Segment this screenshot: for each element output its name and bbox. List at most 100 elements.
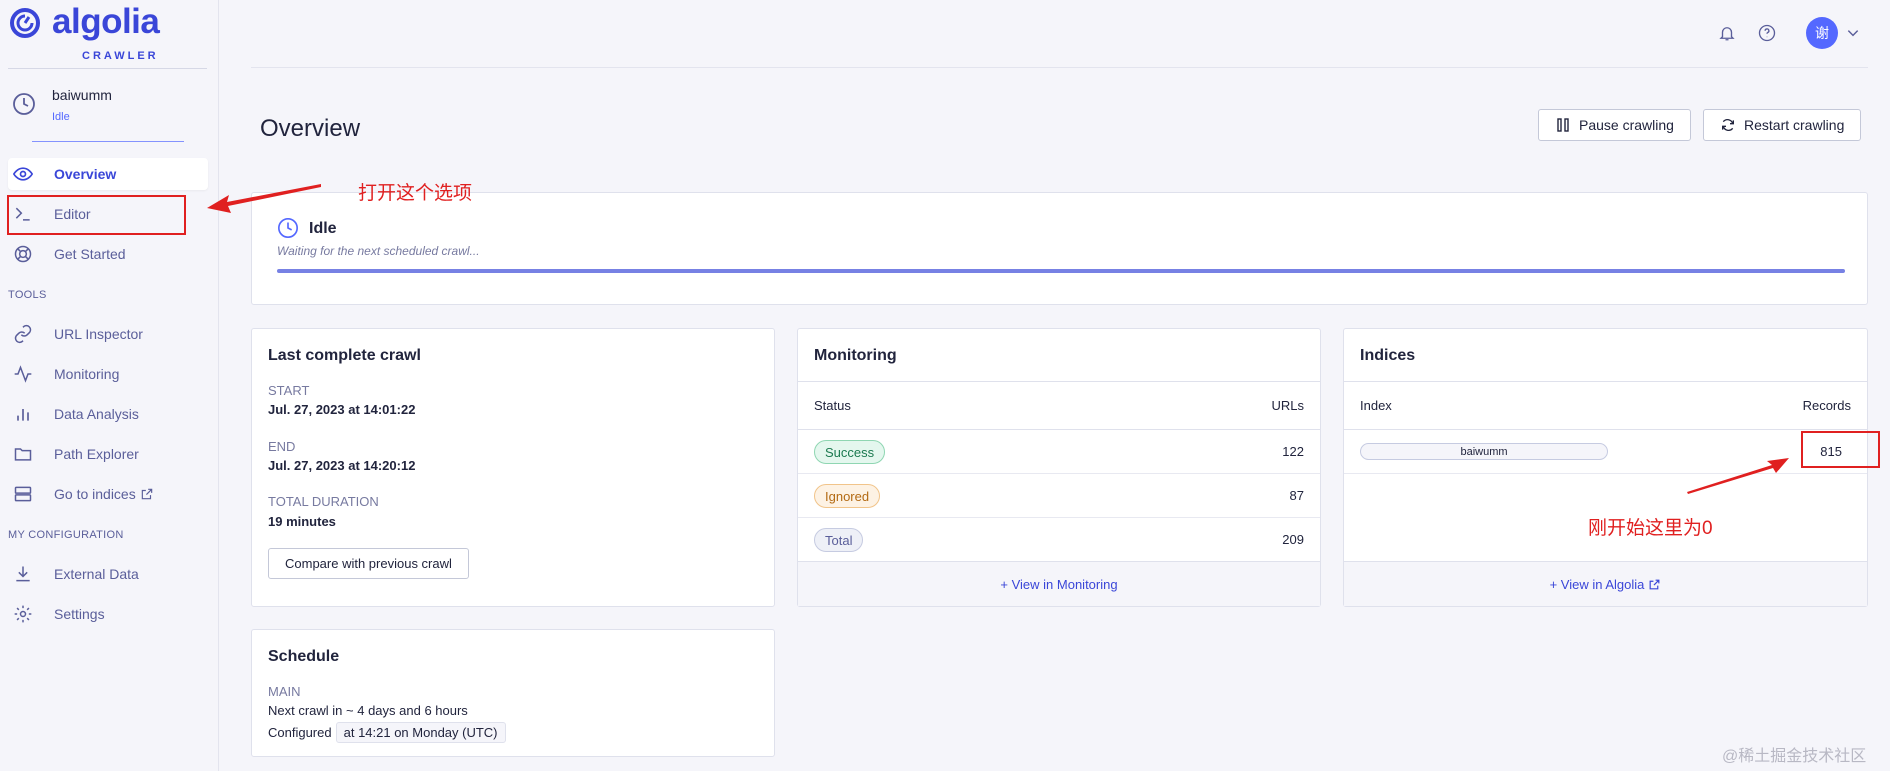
crawler-selector[interactable]: baiwumm Idle xyxy=(8,82,208,142)
table-header: Index Records xyxy=(1344,381,1867,430)
crawler-state: Idle xyxy=(52,111,70,123)
view-in-algolia-link[interactable]: + View in Algolia xyxy=(1344,561,1867,606)
status-badge: Total xyxy=(814,528,864,552)
schedule-card: Schedule MAIN Next crawl in ~ 4 days and… xyxy=(251,629,775,757)
nav-label: Get Started xyxy=(54,246,126,262)
restart-crawling-button[interactable]: Restart crawling xyxy=(1703,109,1862,141)
table-row[interactable]: Success 122 xyxy=(798,430,1320,474)
refresh-icon xyxy=(1722,119,1734,131)
gear-icon xyxy=(12,603,34,625)
status-badge: Success xyxy=(814,440,886,464)
nav-label: Overview xyxy=(54,166,117,182)
chevron-down-icon[interactable] xyxy=(1846,26,1860,40)
restart-crawling-label: Restart crawling xyxy=(1744,117,1845,133)
watermark: @稀土掘金技术社区 xyxy=(1722,748,1867,765)
nav-item-get-started[interactable]: Get Started xyxy=(8,238,208,270)
configured-label: Configured xyxy=(268,725,332,740)
view-in-monitoring-link[interactable]: + View in Monitoring xyxy=(798,561,1320,606)
start-label: START xyxy=(268,383,310,398)
url-count: 87 xyxy=(1289,488,1304,503)
brand-product: CRAWLER xyxy=(82,50,159,62)
pause-crawling-label: Pause crawling xyxy=(1579,117,1674,133)
nav-label: Settings xyxy=(54,606,105,622)
nav-item-data-analysis[interactable]: Data Analysis xyxy=(8,398,208,430)
card-title: Monitoring xyxy=(814,347,897,364)
url-count: 122 xyxy=(1282,444,1304,459)
col-status: Status xyxy=(814,398,851,413)
eye-icon xyxy=(12,163,34,185)
crawler-name: baiwumm xyxy=(52,87,112,103)
brand-name: algolia xyxy=(52,2,160,41)
clock-icon xyxy=(13,93,35,115)
link-icon xyxy=(12,323,34,345)
nav-item-external-data[interactable]: External Data xyxy=(8,558,208,590)
nav-item-url-inspector[interactable]: URL Inspector xyxy=(8,318,208,350)
algolia-logo-icon xyxy=(10,8,40,38)
compare-crawl-button[interactable]: Compare with previous crawl xyxy=(268,548,469,579)
last-crawl-card: Last complete crawl START Jul. 27, 2023 … xyxy=(251,328,775,607)
configured-row: Configured at 14:21 on Monday (UTC) xyxy=(268,722,506,743)
records-annotation-text: 刚开始这里为0 xyxy=(1588,518,1713,539)
nav-label: URL Inspector xyxy=(54,326,143,342)
sidebar: algolia CRAWLER baiwumm Idle Overview Ed… xyxy=(0,0,219,771)
nav-item-overview[interactable]: Overview xyxy=(8,158,208,190)
editor-highlight-box xyxy=(7,195,186,235)
card-title: Indices xyxy=(1360,347,1416,364)
nav-item-monitoring[interactable]: Monitoring xyxy=(8,358,208,390)
editor-annotation-text: 打开这个选项 xyxy=(358,183,473,204)
server-icon xyxy=(12,483,34,505)
configured-value: at 14:21 on Monday (UTC) xyxy=(335,722,506,743)
index-name[interactable]: baiwumm xyxy=(1360,443,1608,460)
help-icon[interactable] xyxy=(1758,24,1776,42)
crawler-underline xyxy=(32,141,184,142)
user-avatar[interactable]: 谢 xyxy=(1806,17,1838,49)
url-count: 209 xyxy=(1282,532,1304,547)
pause-crawling-button[interactable]: Pause crawling xyxy=(1538,109,1691,141)
tools-header: TOOLS xyxy=(8,289,47,301)
crawl-status-card: Idle Waiting for the next scheduled craw… xyxy=(251,192,1868,305)
nav-item-go-to-indices[interactable]: Go to indices xyxy=(8,478,208,510)
records-highlight-box xyxy=(1801,431,1880,468)
status-title: Idle xyxy=(309,220,337,237)
clock-icon xyxy=(278,218,298,238)
table-row[interactable]: Ignored 87 xyxy=(798,474,1320,518)
nav-label: Go to indices xyxy=(54,486,136,502)
nav-label: Data Analysis xyxy=(54,406,139,422)
folder-icon xyxy=(12,443,34,465)
compare-crawl-label: Compare with previous crawl xyxy=(285,556,452,571)
activity-icon xyxy=(12,363,34,385)
algolia-crawler-logo[interactable]: algolia CRAWLER xyxy=(8,2,208,64)
nav-item-settings[interactable]: Settings xyxy=(8,598,208,630)
col-urls: URLs xyxy=(1271,398,1304,413)
duration-label: TOTAL DURATION xyxy=(268,494,379,509)
page-title: Overview xyxy=(260,115,361,142)
divider xyxy=(8,68,207,69)
table-row[interactable]: Total 209 xyxy=(798,518,1320,562)
top-bar xyxy=(251,0,1868,68)
status-subtitle: Waiting for the next scheduled crawl... xyxy=(277,244,480,258)
bell-icon[interactable] xyxy=(1718,24,1736,42)
annotation-arrow-left xyxy=(207,184,321,213)
bar-chart-icon xyxy=(12,403,34,425)
duration-value: 19 minutes xyxy=(268,514,336,529)
status-badge: Ignored xyxy=(814,484,881,508)
table-header: Status URLs xyxy=(798,381,1320,430)
card-title: Last complete crawl xyxy=(268,347,421,364)
external-link-icon xyxy=(141,488,152,500)
end-value: Jul. 27, 2023 at 14:20:12 xyxy=(268,458,416,473)
monitoring-card: Monitoring Status URLs Success 122 Ignor… xyxy=(797,328,1321,607)
nav-item-path-explorer[interactable]: Path Explorer xyxy=(8,438,208,470)
next-crawl-text: Next crawl in ~ 4 days and 6 hours xyxy=(268,703,468,718)
end-label: END xyxy=(268,439,296,454)
col-index: Index xyxy=(1360,398,1392,413)
download-icon xyxy=(12,563,34,585)
nav-label: Monitoring xyxy=(54,366,120,382)
start-value: Jul. 27, 2023 at 14:01:22 xyxy=(268,402,416,417)
nav-label: External Data xyxy=(54,566,139,582)
card-title: Schedule xyxy=(268,648,340,665)
status-progress-bar xyxy=(277,269,1845,273)
nav-label: Path Explorer xyxy=(54,446,139,462)
view-in-algolia-label: + View in Algolia xyxy=(1549,576,1645,592)
config-header: MY CONFIGURATION xyxy=(8,529,124,541)
annotation-arrow-right xyxy=(1687,458,1789,494)
